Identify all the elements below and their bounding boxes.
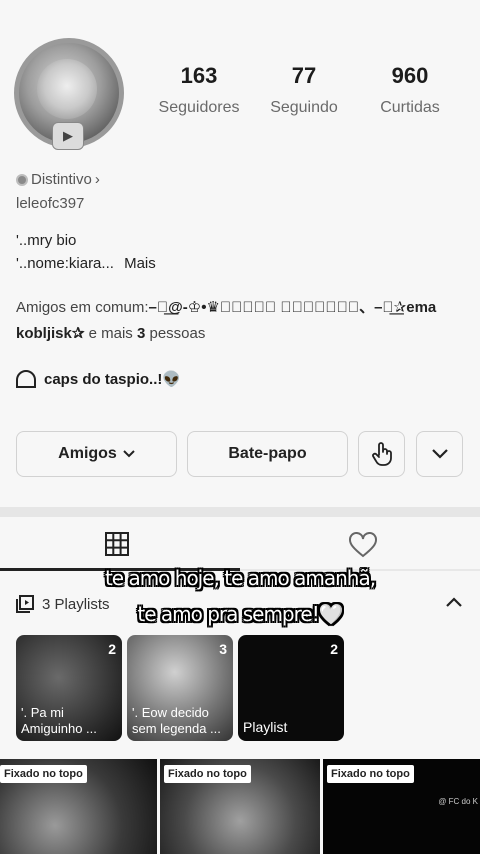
playlist-label: '. Pa mi Amiguinho ... bbox=[21, 705, 97, 736]
friends-button-label: Amigos bbox=[58, 445, 117, 462]
more-link[interactable]: Mais bbox=[124, 255, 156, 272]
avatar-face bbox=[37, 59, 97, 119]
pinned-badge: Fixado no topo bbox=[164, 765, 251, 783]
friends-button[interactable]: Amigos bbox=[16, 431, 177, 477]
playlist-card[interactable]: 3 '. Eow decido sem legenda ... bbox=[127, 635, 233, 741]
video-badge-icon: ▶ bbox=[52, 122, 84, 150]
pinned-badge: Fixado no topo bbox=[327, 765, 414, 783]
playlist-card[interactable]: 2 '. Pa mi Amiguinho ... bbox=[16, 635, 122, 741]
username: leleofc397 bbox=[16, 195, 85, 212]
community-link[interactable]: caps do taspio..!👽 bbox=[16, 370, 181, 388]
following-label[interactable]: Seguindo bbox=[249, 99, 359, 117]
community-label: caps do taspio..!👽 bbox=[44, 371, 182, 388]
hand-pointer-icon bbox=[371, 442, 392, 466]
chat-button-label: Bate-papo bbox=[228, 445, 307, 462]
mutual-friends-prefix: Amigos em comum: bbox=[16, 299, 149, 316]
badge-label: Distintivo bbox=[31, 171, 92, 188]
playlist-count: 2 bbox=[108, 641, 116, 657]
playlist-count: 2 bbox=[330, 641, 338, 657]
caption-line-2: te amo pra sempre!🤍 bbox=[137, 602, 343, 626]
bio-line-2: '..nome:kiara... Mais bbox=[16, 255, 156, 272]
section-divider bbox=[0, 507, 480, 517]
playlist-count: 3 bbox=[219, 641, 227, 657]
mutual-friends[interactable]: Amigos em comum:–⃝͟@-♔•♛𝄢𝑹𝒂𝒇𝒂 𝑩𝒆𝒓𝒕𝒓𝒂𝒏、–⃝… bbox=[16, 295, 466, 347]
likes-count[interactable]: 960 bbox=[360, 63, 460, 89]
video-thumbnail[interactable]: Fixado no topo @ FC do K bbox=[323, 759, 480, 854]
following-count[interactable]: 77 bbox=[254, 63, 354, 89]
playlist-label: Playlist bbox=[243, 719, 288, 735]
tab-videos[interactable] bbox=[104, 531, 130, 562]
bio-line-1: '..mry bio bbox=[16, 232, 77, 249]
grid-icon bbox=[105, 532, 129, 556]
playlist-card[interactable]: 2 Playlist bbox=[238, 635, 344, 741]
poke-button[interactable] bbox=[358, 431, 405, 477]
video-thumbnail[interactable]: Fixado no topo bbox=[160, 759, 320, 854]
followers-label[interactable]: Seguidores bbox=[144, 99, 254, 117]
mutual-friends-people: pessoas bbox=[149, 325, 206, 342]
tent-icon bbox=[16, 370, 36, 388]
bio-line-2-text: '..nome:kiara... bbox=[16, 255, 114, 272]
tab-liked[interactable] bbox=[348, 532, 378, 563]
followers-count[interactable]: 163 bbox=[149, 63, 249, 89]
heart-icon bbox=[349, 532, 377, 558]
mutual-friends-count: 3 bbox=[136, 325, 146, 342]
video-watermark: @ FC do K bbox=[438, 797, 478, 806]
pinned-badge: Fixado no topo bbox=[0, 765, 87, 783]
badge-icon bbox=[16, 173, 28, 186]
mutual-friends-and-more: e mais bbox=[88, 325, 133, 342]
likes-label[interactable]: Curtidas bbox=[355, 99, 465, 117]
caption-line-1: te amo hoje, te amo amanhã, bbox=[104, 566, 376, 590]
chevron-down-icon bbox=[431, 449, 448, 459]
chevron-right-icon: › bbox=[94, 171, 100, 188]
badge-link[interactable]: Distintivo › bbox=[16, 171, 100, 188]
more-options-button[interactable] bbox=[416, 431, 463, 477]
chevron-down-icon bbox=[123, 450, 135, 458]
playlist-label: '. Eow decido sem legenda ... bbox=[132, 705, 221, 736]
video-thumbnail[interactable]: Fixado no topo bbox=[0, 759, 157, 854]
chat-button[interactable]: Bate-papo bbox=[187, 431, 348, 477]
